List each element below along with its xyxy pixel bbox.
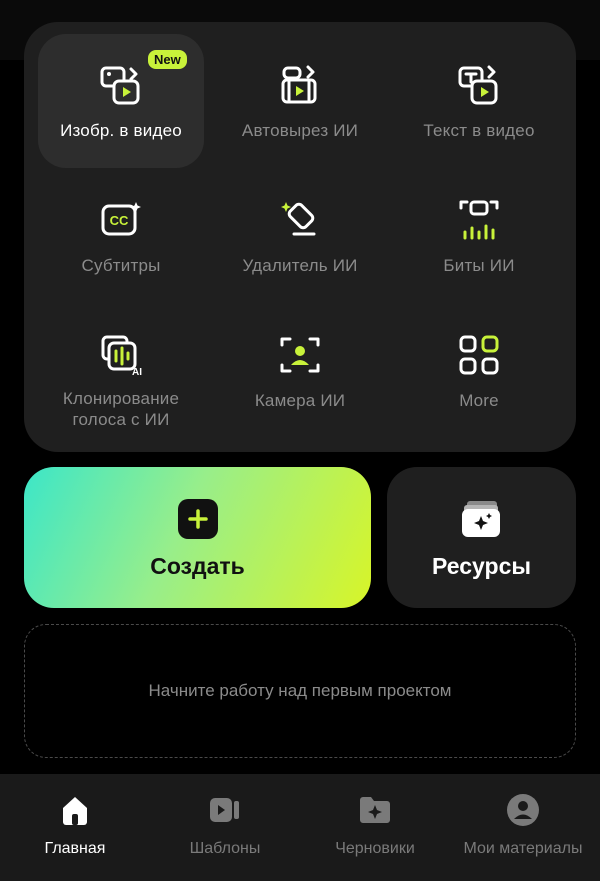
nav-item-templates[interactable]: Шаблоны — [170, 774, 280, 881]
nav-item-my-materials[interactable]: Мои материалы — [455, 774, 591, 881]
tool-text-to-video[interactable]: Текст в видео — [396, 34, 562, 168]
tools-panel: Изобр. в видео New Автовырез ИИ Текст в … — [24, 22, 576, 452]
captions-cc-icon: CC — [98, 197, 144, 243]
nav-item-drafts[interactable]: Черновики — [320, 774, 430, 881]
tool-label: Клонирование голоса с ИИ — [62, 389, 180, 429]
nav-label: Черновики — [335, 840, 415, 857]
drafts-folder-icon — [355, 790, 395, 830]
voice-clone-icon: AI — [98, 332, 144, 378]
home-icon — [55, 790, 95, 830]
text-to-video-icon — [456, 62, 502, 108]
ai-camera-icon — [277, 332, 323, 378]
create-label: Создать — [150, 553, 245, 579]
nav-label: Главная — [44, 840, 106, 857]
create-button[interactable]: Создать — [24, 467, 371, 608]
nav-item-home[interactable]: Главная — [20, 774, 130, 881]
auto-cutout-icon — [277, 62, 323, 108]
tool-image-to-video[interactable]: Изобр. в видео New — [38, 34, 204, 168]
tool-label: Автовырез ИИ — [241, 121, 359, 140]
resources-label: Ресурсы — [431, 553, 532, 579]
tool-label: Субтитры — [81, 256, 161, 275]
profile-icon — [503, 790, 543, 830]
tool-captions[interactable]: CC Субтитры — [38, 169, 204, 303]
resources-cards-icon — [459, 497, 503, 541]
tool-auto-cutout[interactable]: Автовырез ИИ — [217, 34, 383, 168]
tool-ai-beats[interactable]: Биты ИИ — [396, 169, 562, 303]
image-to-video-icon — [98, 62, 144, 108]
empty-state-text: Начните работу над первым проектом — [148, 681, 452, 700]
tool-label: More — [459, 391, 499, 410]
new-badge: New — [148, 50, 187, 69]
plus-icon — [178, 499, 218, 539]
tool-label: Текст в видео — [423, 121, 535, 140]
bottom-nav: Главная Шаблоны Черновики Мои материалы — [0, 774, 600, 881]
beats-icon — [456, 197, 502, 243]
tool-label: Удалитель ИИ — [242, 256, 358, 275]
svg-text:CC: CC — [110, 213, 129, 228]
tool-more[interactable]: More — [396, 304, 562, 438]
nav-label: Шаблоны — [189, 840, 261, 857]
svg-text:AI: AI — [132, 367, 142, 377]
empty-projects-box: Начните работу над первым проектом — [24, 624, 576, 758]
tool-label: Биты ИИ — [443, 256, 515, 275]
more-grid-icon — [456, 332, 502, 378]
tool-ai-remover[interactable]: Удалитель ИИ — [217, 169, 383, 303]
tool-label: Камера ИИ — [254, 391, 346, 410]
tool-label: Изобр. в видео — [60, 121, 182, 140]
tool-voice-clone[interactable]: AI Клонирование голоса с ИИ — [38, 304, 204, 438]
nav-label: Мои материалы — [463, 840, 583, 857]
tool-ai-camera[interactable]: Камера ИИ — [217, 304, 383, 438]
resources-button[interactable]: Ресурсы — [387, 467, 576, 608]
templates-icon — [205, 790, 245, 830]
eraser-icon — [277, 197, 323, 243]
